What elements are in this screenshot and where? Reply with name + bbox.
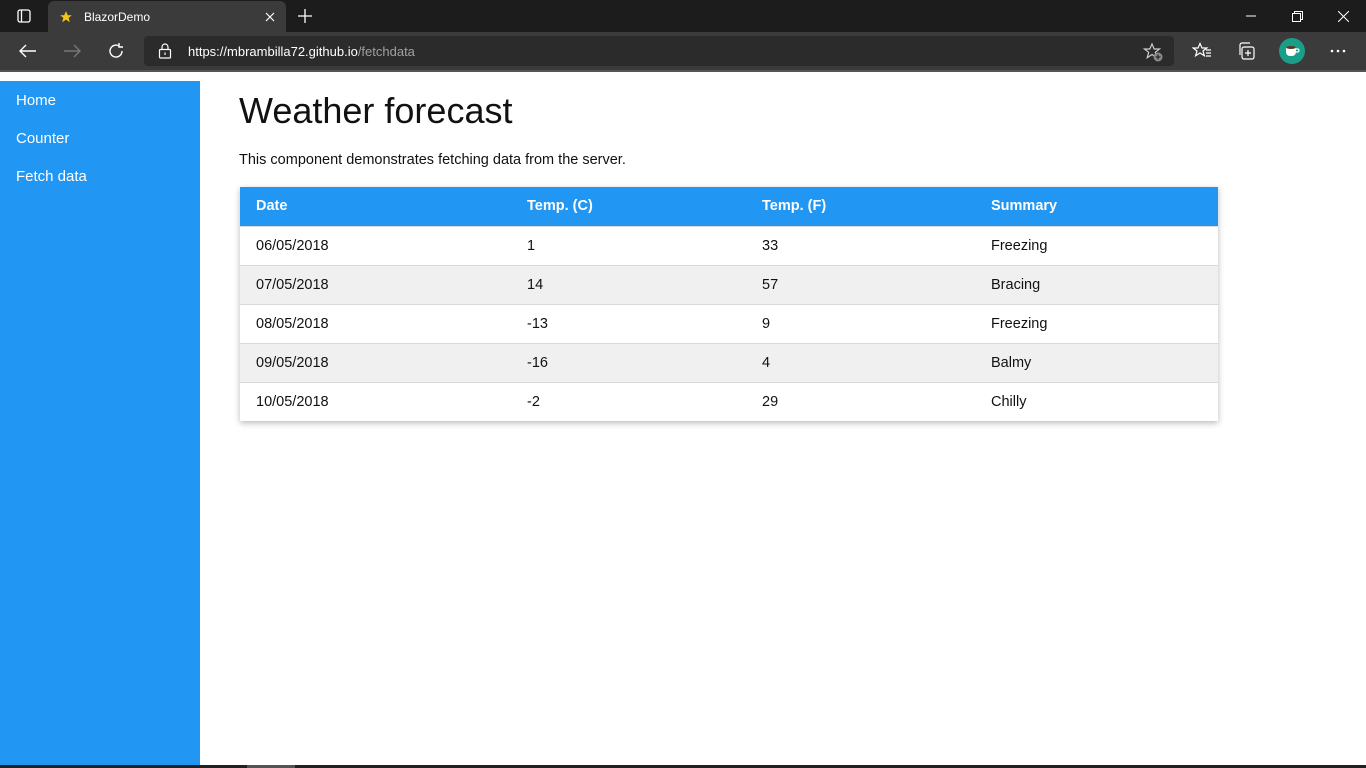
table-row: 07/05/2018 14 57 Bracing	[240, 264, 1218, 304]
back-button[interactable]	[13, 36, 43, 66]
url-host: https://mbrambilla72.github.io	[188, 44, 358, 59]
close-icon	[265, 12, 275, 22]
minimize-button[interactable]	[1228, 0, 1274, 32]
collections-button[interactable]	[1231, 36, 1261, 66]
column-header-date: Date	[256, 198, 288, 215]
close-tab-button[interactable]	[260, 7, 280, 27]
cell-summary: Chilly	[975, 381, 1218, 421]
cell-temp-f: 4	[746, 342, 975, 382]
collections-icon	[1239, 42, 1255, 60]
table-row: 09/05/2018 -16 4 Balmy	[240, 342, 1218, 382]
address-bar[interactable]: https://mbrambilla72.github.io/fetchdata	[144, 36, 1174, 66]
column-header-temp-c: Temp. (C)	[527, 198, 593, 215]
browser-title-bar: BlazorDemo	[0, 0, 1366, 32]
more-icon	[1330, 49, 1346, 53]
column-header-temp-f: Temp. (F)	[762, 198, 827, 215]
favorites-list-icon	[1192, 42, 1211, 58]
cell-temp-c: 1	[511, 225, 746, 265]
sidebar-item-counter[interactable]: Counter	[16, 130, 69, 147]
cell-temp-f: 9	[746, 303, 975, 343]
refresh-icon	[109, 43, 123, 58]
minimize-icon	[1246, 15, 1256, 17]
column-header-summary: Summary	[991, 198, 1058, 215]
toolbar-divider	[0, 70, 1366, 72]
lock-icon	[158, 43, 172, 64]
favorites-button[interactable]	[1187, 36, 1217, 66]
cell-temp-f: 33	[746, 225, 975, 265]
tab-actions-button[interactable]	[8, 4, 40, 28]
tab-title: BlazorDemo	[84, 9, 151, 24]
table-row: 08/05/2018 -13 9 Freezing	[240, 303, 1218, 343]
coffee-cup-icon	[1286, 46, 1300, 56]
page-title: Weather forecast	[239, 90, 513, 131]
arrow-right-icon	[64, 44, 81, 58]
restore-icon	[1291, 10, 1303, 22]
close-window-button[interactable]	[1320, 0, 1366, 32]
cell-summary: Bracing	[975, 264, 1218, 304]
cell-summary: Freezing	[975, 303, 1218, 343]
sidebar-item-fetch-data[interactable]: Fetch data	[16, 168, 87, 185]
plus-icon	[298, 9, 312, 23]
restore-button[interactable]	[1274, 0, 1320, 32]
cell-date: 06/05/2018	[240, 225, 511, 265]
close-icon	[1337, 10, 1349, 22]
sidebar: Home Counter Fetch data	[0, 81, 200, 766]
star-add-icon	[1143, 42, 1163, 62]
forecast-table: Date Temp. (C) Temp. (F) Summary 06/05/2…	[240, 187, 1218, 421]
cell-temp-f: 29	[746, 381, 975, 421]
url-text[interactable]: https://mbrambilla72.github.io/fetchdata	[188, 44, 415, 59]
arrow-left-icon	[19, 44, 36, 58]
cell-date: 08/05/2018	[240, 303, 511, 343]
url-path: /fetchdata	[357, 44, 415, 59]
star-icon	[58, 9, 74, 25]
cell-summary: Balmy	[975, 342, 1218, 382]
cell-temp-c: -2	[511, 381, 746, 421]
cell-date: 10/05/2018	[240, 381, 511, 421]
cell-temp-f: 57	[746, 264, 975, 304]
cell-date: 07/05/2018	[240, 264, 511, 304]
avatar	[1279, 38, 1305, 64]
forward-button[interactable]	[57, 36, 87, 66]
tab-actions-icon	[17, 9, 31, 23]
cell-summary: Freezing	[975, 225, 1218, 265]
table-header-row: Date Temp. (C) Temp. (F) Summary	[240, 187, 1218, 226]
table-row: 06/05/2018 1 33 Freezing	[240, 225, 1218, 265]
cell-date: 09/05/2018	[240, 342, 511, 382]
refresh-button[interactable]	[101, 36, 131, 66]
cell-temp-c: 14	[511, 264, 746, 304]
table-row: 10/05/2018 -2 29 Chilly	[240, 381, 1218, 421]
cell-temp-c: -16	[511, 342, 746, 382]
add-favorite-button[interactable]	[1142, 41, 1164, 63]
page-description: This component demonstrates fetching dat…	[239, 152, 626, 168]
browser-tab[interactable]: BlazorDemo	[48, 1, 286, 32]
cell-temp-c: -13	[511, 303, 746, 343]
settings-more-button[interactable]	[1323, 36, 1353, 66]
profile-button[interactable]	[1277, 36, 1307, 66]
new-tab-button[interactable]	[292, 4, 318, 28]
sidebar-item-home[interactable]: Home	[16, 92, 56, 109]
